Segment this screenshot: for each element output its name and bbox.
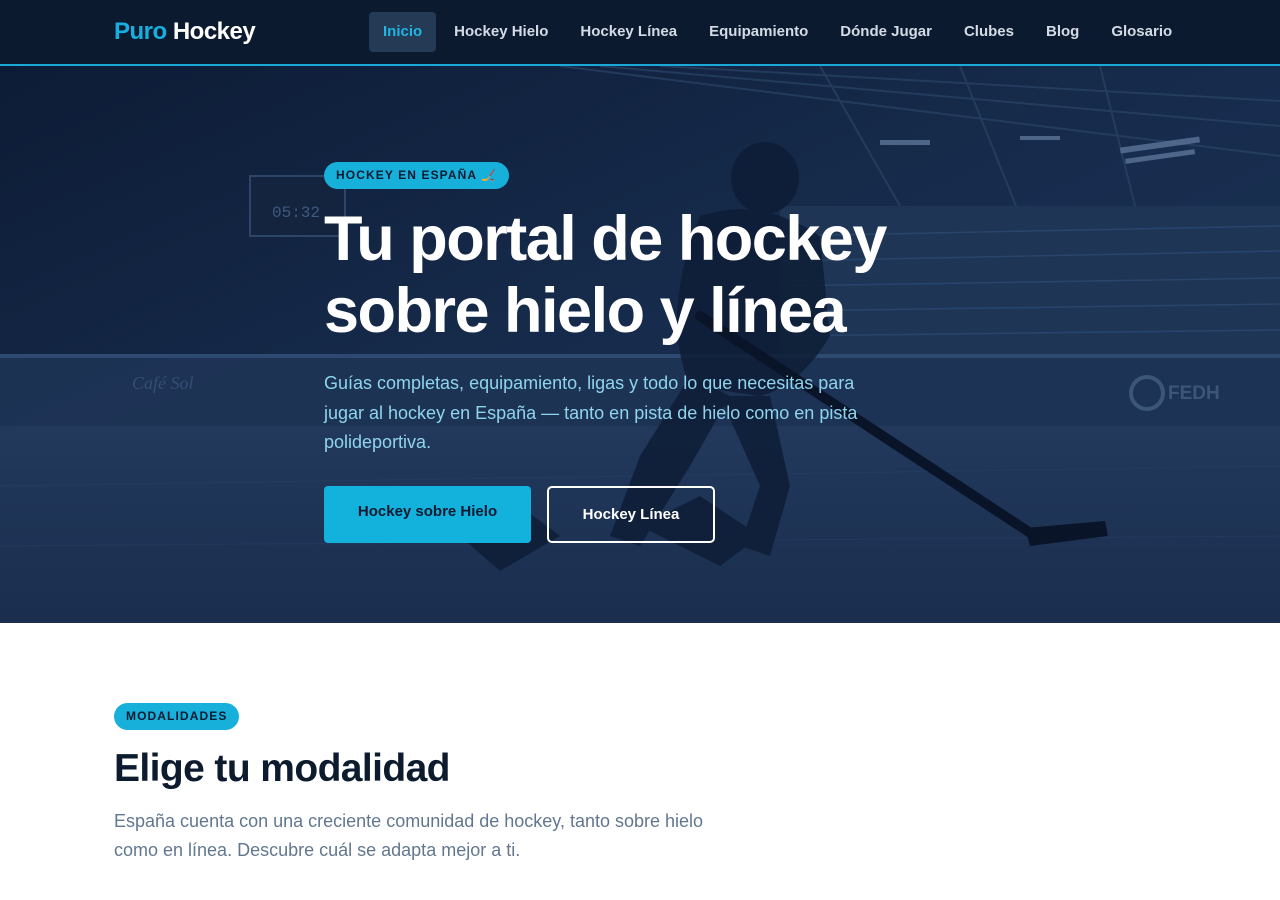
main-nav: Inicio Hockey Hielo Hockey Línea Equipam… (369, 12, 1190, 52)
nav-item-glosario[interactable]: Glosario (1097, 12, 1186, 52)
hero-tag-badge: HOCKEY EN ESPAÑA 🏒 (324, 162, 510, 189)
section-tag-badge: MODALIDADES (114, 703, 240, 730)
nav-item-donde-jugar[interactable]: Dónde Jugar (826, 12, 946, 52)
logo-text-puro: Puro (114, 18, 167, 45)
section-title: Elige tu modalidad (114, 747, 451, 790)
hero-title: Tu portal de hockey sobre hielo y línea (324, 204, 887, 346)
hockey-sobre-hielo-button[interactable]: Hockey sobre Hielo (324, 486, 531, 543)
hero-section: 05:32 Café Sol FEDH HOCKEY EN ESPAÑA 🏒 T… (0, 66, 1280, 623)
svg-text:FEDH: FEDH (1168, 383, 1220, 404)
logo-text-hockey: Hockey (172, 18, 256, 45)
nav-item-hockey-linea[interactable]: Hockey Línea (566, 12, 691, 52)
board-sign-text: Café Sol (132, 373, 194, 393)
hero-subtitle: Guías completas, equipamiento, ligas y t… (324, 373, 858, 452)
section-description: España cuenta con una creciente comunida… (114, 811, 704, 860)
nav-item-equipamiento[interactable]: Equipamiento (695, 12, 822, 52)
hockey-linea-button[interactable]: Hockey Línea (547, 486, 715, 543)
top-navbar: Puro Hockey Inicio Hockey Hielo Hockey L… (0, 0, 1280, 66)
hero-button-group: Hockey sobre Hielo Hockey Línea (324, 486, 715, 543)
nav-item-hockey-hielo[interactable]: Hockey Hielo (440, 12, 562, 52)
site-logo[interactable]: Puro Hockey (114, 17, 256, 47)
nav-item-clubes[interactable]: Clubes (950, 12, 1028, 52)
modalidades-section: MODALIDADES Elige tu modalidad España cu… (0, 623, 1280, 900)
nav-item-inicio[interactable]: Inicio (369, 12, 437, 52)
hero-content: HOCKEY EN ESPAÑA 🏒 Tu portal de hockey s… (324, 162, 1024, 543)
scoreboard-text: 05:32 (272, 204, 320, 222)
nav-item-blog[interactable]: Blog (1032, 12, 1093, 52)
